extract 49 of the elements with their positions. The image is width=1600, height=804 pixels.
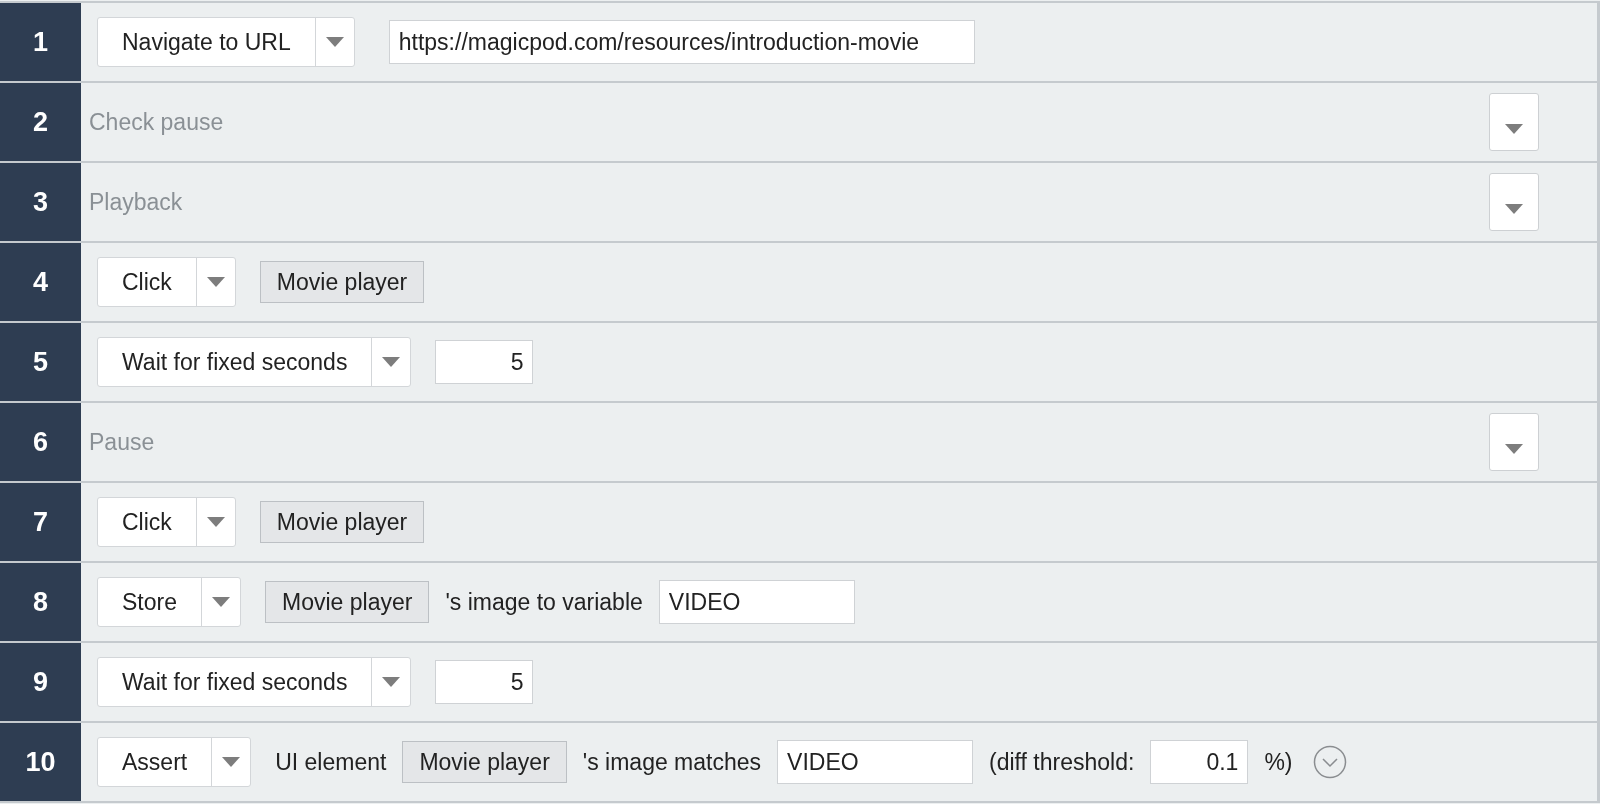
caret-icon: [1505, 203, 1523, 214]
dropdown-button[interactable]: [1489, 93, 1539, 151]
command-dropdown[interactable]: Assert: [97, 737, 252, 787]
caret-icon: [325, 37, 344, 47]
number-field[interactable]: 5: [435, 660, 534, 704]
variable-field[interactable]: VIDEO: [777, 740, 974, 784]
caret-icon: [212, 597, 230, 607]
dropdown-button[interactable]: [1489, 413, 1539, 471]
command-dropdown[interactable]: Click: [97, 257, 236, 307]
command-dropdown[interactable]: Wait for fixed seconds: [97, 337, 412, 387]
dropdown-button[interactable]: [1489, 173, 1539, 231]
comment-text: Check pause: [89, 108, 224, 136]
command-dropdown[interactable]: Navigate to URL: [97, 17, 355, 67]
command-dropdown[interactable]: Click: [97, 497, 236, 547]
caret-icon: [206, 277, 225, 287]
step-label: %): [1264, 748, 1293, 776]
step-label: (diff threshold:: [989, 748, 1135, 776]
step-label: UI element: [275, 748, 387, 776]
caret-icon: [382, 677, 401, 687]
number-field[interactable]: 0.1: [1150, 740, 1249, 784]
comment-text: Playback: [89, 188, 183, 216]
caret-icon: [382, 357, 401, 367]
step-number: 1: [33, 26, 48, 58]
step-number: 2: [33, 106, 48, 138]
step-number: 6: [33, 426, 48, 458]
ui-element-button[interactable]: Movie player: [265, 581, 430, 623]
ui-element-button[interactable]: Movie player: [259, 261, 425, 303]
step-label: 's image matches: [582, 748, 762, 776]
step-number: 8: [33, 586, 48, 618]
caret-icon: [206, 517, 225, 527]
ui-element-button[interactable]: Movie player: [259, 501, 425, 543]
step-number: 9: [33, 666, 48, 698]
url-field[interactable]: https://magicpod.com/resources/introduction-movie: [388, 20, 975, 64]
ui-element-button[interactable]: Movie player: [402, 741, 567, 783]
command-dropdown[interactable]: Store: [97, 577, 241, 627]
step-number: 4: [33, 266, 48, 298]
variable-field[interactable]: VIDEO: [658, 580, 855, 624]
number-field[interactable]: 5: [435, 340, 534, 384]
chevron-circle-icon[interactable]: [1312, 745, 1347, 779]
comment-text: Pause: [89, 428, 155, 456]
step-number: 5: [33, 346, 48, 378]
caret-icon: [222, 757, 241, 767]
caret-icon: [1505, 443, 1523, 454]
step-number: 3: [33, 186, 48, 218]
step-label: 's image to variable: [445, 588, 643, 616]
step-number: 10: [25, 746, 56, 778]
step-number: 7: [33, 506, 48, 538]
caret-icon: [1505, 123, 1523, 134]
command-dropdown[interactable]: Wait for fixed seconds: [97, 657, 412, 707]
